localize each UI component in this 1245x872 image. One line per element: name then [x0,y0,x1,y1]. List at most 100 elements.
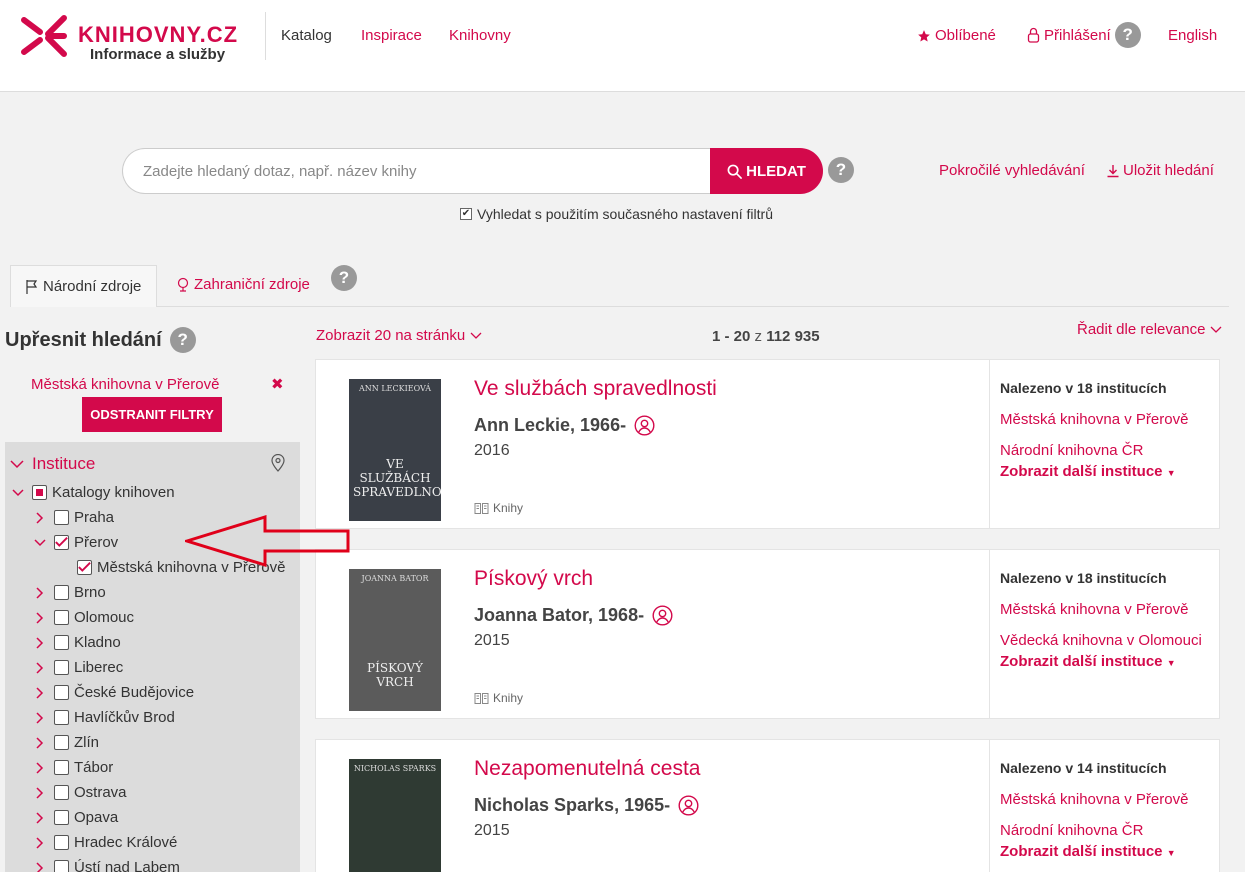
result-author[interactable]: Nicholas Sparks, 1965- [474,795,699,816]
region-label: Liberec [74,659,124,676]
header-divider [265,12,266,60]
region-label: Ústí nad Labem [74,859,180,872]
show-more-institutions[interactable]: Zobrazit další instituce ▼ [1000,463,1176,480]
institution-link[interactable]: Městská knihovna v Přerově [1000,601,1188,618]
facet-header[interactable]: Instituce [10,454,95,474]
region-checkbox[interactable] [54,785,69,800]
nav-catalog[interactable]: Katalog [281,27,332,44]
lock-icon [1027,27,1040,43]
tabs-help-icon[interactable]: ? [331,265,357,291]
person-icon[interactable] [652,605,673,626]
result-of: z [754,328,763,345]
tree-item-region[interactable]: Liberec [32,655,123,680]
language-switch[interactable]: English [1168,27,1217,44]
chevron-right-icon[interactable] [32,661,48,674]
chevron-right-icon[interactable] [32,711,48,724]
result-author[interactable]: Ann Leckie, 1966- [474,415,655,436]
region-checkbox[interactable] [54,685,69,700]
favorites-link[interactable]: Oblíbené [917,27,996,44]
chevron-right-icon[interactable] [32,511,48,524]
chevron-right-icon[interactable] [32,611,48,624]
root-checkbox[interactable] [32,485,47,500]
tree-item-region[interactable]: Ostrava [32,780,127,805]
facet-title: Instituce [32,454,96,473]
use-filters-checkbox-box[interactable]: ✔ [460,208,472,220]
region-checkbox[interactable] [54,735,69,750]
use-filters-checkbox[interactable]: ✔ Vyhledat s použitím současného nastave… [460,206,773,222]
tree-item-region[interactable]: Tábor [32,755,113,780]
tree-item-region[interactable]: Opava [32,805,118,830]
chevron-right-icon[interactable] [32,586,48,599]
person-icon[interactable] [678,795,699,816]
search-button[interactable]: HLEDAT [710,148,823,194]
region-checkbox[interactable] [54,860,69,872]
remove-filter-icon[interactable]: ✖ [271,375,284,393]
book-cover[interactable]: ANN LECKIEOVÁ VE SLUŽBÁCH SPRAVEDLNOSTI [349,379,441,521]
institution-link[interactable]: Národní knihovna ČR [1000,822,1143,839]
nav-inspiration[interactable]: Inspirace [361,27,422,44]
result-author[interactable]: Joanna Bator, 1968- [474,605,673,626]
institution-link[interactable]: Vědecká knihovna v Olomouci [1000,632,1202,649]
tab-national-sources[interactable]: Národní zdroje [10,265,157,307]
chevron-right-icon[interactable] [32,686,48,699]
person-icon[interactable] [634,415,655,436]
region-checkbox[interactable] [54,535,69,550]
chevron-right-icon[interactable] [32,811,48,824]
institution-link[interactable]: Národní knihovna ČR [1000,442,1143,459]
region-checkbox[interactable] [54,585,69,600]
tree-item-region[interactable]: Ústí nad Labem [32,855,180,872]
search-help-icon[interactable]: ? [828,157,854,183]
book-cover[interactable]: NICHOLAS SPARKS [349,759,441,872]
chevron-right-icon[interactable] [32,636,48,649]
tree-item-region[interactable]: Zlín [32,730,99,755]
region-checkbox[interactable] [54,660,69,675]
tab-foreign-sources[interactable]: Zahraniční zdroje [176,276,310,293]
login-link[interactable]: Přihlášení ? [1027,22,1141,48]
tree-item-region[interactable]: Praha [32,505,114,530]
region-checkbox[interactable] [54,810,69,825]
chevron-right-icon[interactable] [32,736,48,749]
map-pin-icon[interactable] [271,454,285,472]
book-cover[interactable]: JOANNA BATOR PÍSKOVÝ VRCH [349,569,441,711]
result-year: 2016 [474,442,510,459]
show-more-institutions[interactable]: Zobrazit další instituce ▼ [1000,653,1176,670]
result-title[interactable]: Pískový vrch [474,567,593,591]
chevron-right-icon[interactable] [32,861,48,872]
region-checkbox[interactable] [54,710,69,725]
chevron-right-icon[interactable] [32,836,48,849]
tree-item-region[interactable]: České Budějovice [32,680,194,705]
region-checkbox[interactable] [54,610,69,625]
result-title[interactable]: Ve službách spravedlnosti [474,377,717,401]
tree-item-region[interactable]: Havlíčkův Brod [32,705,175,730]
region-checkbox[interactable] [54,510,69,525]
login-help-icon[interactable]: ? [1114,22,1141,48]
nav-libraries[interactable]: Knihovny [449,27,511,44]
chevron-down-icon[interactable] [32,538,48,547]
tree-item-region[interactable]: Přerov [32,530,118,555]
institution-link[interactable]: Městská knihovna v Přerově [1000,411,1188,428]
show-more-institutions[interactable]: Zobrazit další instituce ▼ [1000,843,1176,860]
tree-item-region[interactable]: Brno [32,580,106,605]
chevron-right-icon[interactable] [32,786,48,799]
region-checkbox[interactable] [54,635,69,650]
tree-item-region[interactable]: Olomouc [32,605,134,630]
result-card: JOANNA BATOR PÍSKOVÝ VRCH Pískový vrch Joan… [315,549,1220,719]
refine-help-icon[interactable]: ? [169,327,196,353]
per-page-select[interactable]: Zobrazit 20 na stránku [316,327,482,344]
annotation-arrow-icon [185,515,350,567]
chevron-right-icon[interactable] [32,761,48,774]
search-input[interactable] [143,149,703,193]
sort-select[interactable]: Řadit dle relevance [1077,321,1222,338]
tree-item-region[interactable]: Hradec Králové [32,830,177,855]
advanced-search-link[interactable]: Pokročilé vyhledávání [939,162,1085,179]
institution-link[interactable]: Městská knihovna v Přerově [1000,791,1188,808]
result-title[interactable]: Nezapomenutelná cesta [474,757,700,781]
save-search-link[interactable]: Uložit hledání [1106,162,1214,179]
tree-root-katalogy[interactable]: Katalogy knihoven [10,480,175,505]
region-checkbox[interactable] [54,760,69,775]
remove-filters-button[interactable]: ODSTRANIT FILTRY [82,397,222,432]
library-checkbox[interactable] [77,560,92,575]
region-checkbox[interactable] [54,835,69,850]
chevron-down-icon[interactable] [10,488,26,497]
tree-item-region[interactable]: Kladno [32,630,121,655]
